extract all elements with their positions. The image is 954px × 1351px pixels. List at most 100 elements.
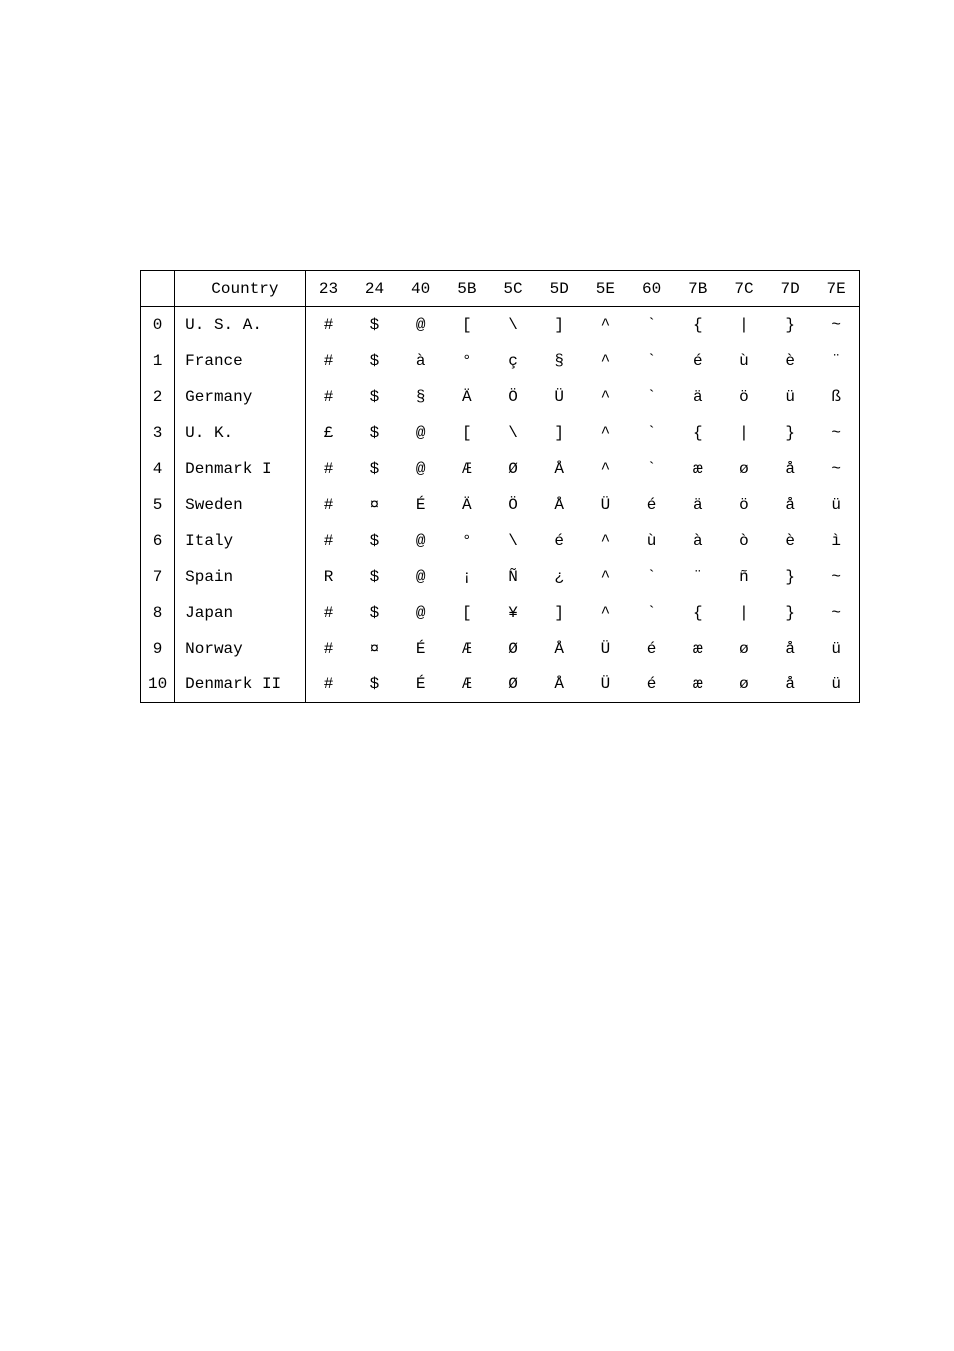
char-cell: R: [305, 559, 351, 595]
char-cell: ^: [582, 307, 628, 343]
country-name: Italy: [175, 523, 306, 559]
char-cell: |: [721, 595, 767, 631]
char-cell: `: [628, 559, 674, 595]
col-header-country: Country: [175, 271, 306, 307]
char-cell: ^: [582, 523, 628, 559]
char-cell: Ä: [444, 379, 490, 415]
char-cell: Å: [536, 631, 582, 667]
char-cell: Ø: [490, 451, 536, 487]
table-row: 0U. S. A.#$@[\]^`{|}~: [141, 307, 860, 343]
row-index: 1: [141, 343, 175, 379]
col-header-60: 60: [628, 271, 674, 307]
col-header-40: 40: [398, 271, 444, 307]
col-header-5C: 5C: [490, 271, 536, 307]
char-cell: ß: [813, 379, 859, 415]
char-cell: ¡: [444, 559, 490, 595]
row-index: 4: [141, 451, 175, 487]
char-cell: Ñ: [490, 559, 536, 595]
char-cell: §: [536, 343, 582, 379]
table-row: 9Norway#¤ÉÆØÅÜéæøåü: [141, 631, 860, 667]
char-cell: `: [628, 415, 674, 451]
char-cell: ä: [675, 487, 721, 523]
char-cell: #: [305, 343, 351, 379]
char-cell: ¿: [536, 559, 582, 595]
char-cell: è: [767, 523, 813, 559]
country-name: Japan: [175, 595, 306, 631]
char-cell: #: [305, 307, 351, 343]
char-cell: @: [398, 595, 444, 631]
char-cell: ø: [721, 451, 767, 487]
char-cell: }: [767, 559, 813, 595]
table-row: 5Sweden#¤ÉÄÖÅÜéäöåü: [141, 487, 860, 523]
char-cell: ^: [582, 343, 628, 379]
char-cell: }: [767, 307, 813, 343]
table-row: 6Italy#$@°\é^ùàòèì: [141, 523, 860, 559]
char-cell: Ü: [582, 487, 628, 523]
col-header-5B: 5B: [444, 271, 490, 307]
row-index: 2: [141, 379, 175, 415]
char-cell: @: [398, 307, 444, 343]
char-cell: [: [444, 415, 490, 451]
char-cell: ¤: [351, 487, 397, 523]
char-cell: £: [305, 415, 351, 451]
char-cell: æ: [675, 667, 721, 703]
char-cell: ü: [813, 631, 859, 667]
charset-table: Country 23 24 40 5B 5C 5D 5E 60 7B 7C 7D…: [140, 270, 860, 703]
char-cell: [: [444, 307, 490, 343]
char-cell: #: [305, 379, 351, 415]
char-cell: $: [351, 667, 397, 703]
document-page: Country 23 24 40 5B 5C 5D 5E 60 7B 7C 7D…: [0, 0, 954, 703]
country-name: Spain: [175, 559, 306, 595]
char-cell: Ö: [490, 487, 536, 523]
table-body: 0U. S. A.#$@[\]^`{|}~1France#$à°ç§^`éùè¨…: [141, 307, 860, 703]
char-cell: ~: [813, 415, 859, 451]
row-index: 0: [141, 307, 175, 343]
char-cell: @: [398, 559, 444, 595]
char-cell: @: [398, 523, 444, 559]
row-index: 3: [141, 415, 175, 451]
char-cell: ^: [582, 595, 628, 631]
col-header-24: 24: [351, 271, 397, 307]
char-cell: ù: [628, 523, 674, 559]
char-cell: Ü: [582, 631, 628, 667]
char-cell: °: [444, 343, 490, 379]
char-cell: ü: [813, 667, 859, 703]
col-header-5E: 5E: [582, 271, 628, 307]
char-cell: æ: [675, 631, 721, 667]
country-name: Denmark I: [175, 451, 306, 487]
char-cell: \: [490, 415, 536, 451]
char-cell: @: [398, 451, 444, 487]
char-cell: ~: [813, 595, 859, 631]
char-cell: é: [536, 523, 582, 559]
char-cell: Æ: [444, 451, 490, 487]
row-index: 5: [141, 487, 175, 523]
country-name: U. K.: [175, 415, 306, 451]
char-cell: \: [490, 307, 536, 343]
char-cell: $: [351, 343, 397, 379]
row-index: 7: [141, 559, 175, 595]
country-name: Germany: [175, 379, 306, 415]
table-row: 2Germany#$§ÄÖÜ^`äöüß: [141, 379, 860, 415]
char-cell: É: [398, 667, 444, 703]
char-cell: ~: [813, 559, 859, 595]
row-index: 8: [141, 595, 175, 631]
table-row: 3U. K.£$@[\]^`{|}~: [141, 415, 860, 451]
char-cell: $: [351, 307, 397, 343]
char-cell: `: [628, 595, 674, 631]
char-cell: $: [351, 595, 397, 631]
char-cell: Å: [536, 667, 582, 703]
table-header-row: Country 23 24 40 5B 5C 5D 5E 60 7B 7C 7D…: [141, 271, 860, 307]
char-cell: å: [767, 487, 813, 523]
char-cell: ö: [721, 379, 767, 415]
char-cell: }: [767, 415, 813, 451]
char-cell: à: [675, 523, 721, 559]
country-name: Sweden: [175, 487, 306, 523]
char-cell: ~: [813, 307, 859, 343]
char-cell: è: [767, 343, 813, 379]
char-cell: #: [305, 595, 351, 631]
col-header-7D: 7D: [767, 271, 813, 307]
char-cell: §: [398, 379, 444, 415]
char-cell: ö: [721, 487, 767, 523]
char-cell: å: [767, 451, 813, 487]
char-cell: ò: [721, 523, 767, 559]
